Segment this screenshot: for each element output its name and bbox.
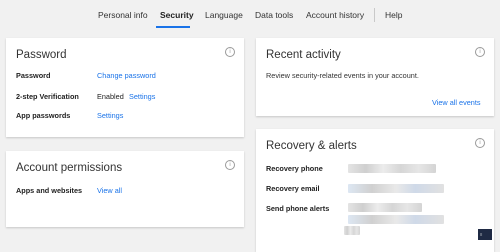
tab-help[interactable]: Help (385, 10, 402, 20)
phone-alerts-value-redacted (348, 215, 444, 224)
tab-personal-info[interactable]: Personal info (98, 10, 148, 20)
tab-language[interactable]: Language (205, 10, 243, 20)
tab-account-history[interactable]: Account history (306, 10, 364, 20)
account-permissions-card: Account permissions i Apps and websites … (6, 151, 244, 227)
recovery-email-label: Recovery email (266, 184, 320, 193)
password-label: Password (16, 71, 51, 80)
info-icon[interactable]: i (475, 47, 485, 57)
app-passwords-label: App passwords (16, 111, 71, 120)
active-tab-indicator (156, 26, 190, 28)
tab-security[interactable]: Security (160, 10, 194, 20)
app-passwords-settings-link[interactable]: Settings (97, 111, 123, 120)
corner-badge-icon: ≡ (478, 229, 492, 240)
info-icon[interactable]: i (225, 47, 235, 57)
nav-divider (374, 8, 375, 22)
recent-activity-card: Recent activity i Review security-relate… (256, 38, 494, 116)
two-step-status: Enabled (97, 92, 124, 101)
password-card: Password i Password Change password 2-st… (6, 38, 244, 137)
card-title: Account permissions (16, 162, 123, 174)
top-navigation: Personal info Security Language Data too… (0, 0, 500, 30)
card-title: Password (16, 49, 67, 61)
info-icon[interactable]: i (475, 138, 485, 148)
tab-data-tools[interactable]: Data tools (255, 10, 293, 20)
card-title: Recovery & alerts (266, 140, 357, 152)
two-step-label: 2-step Verification (16, 92, 79, 101)
send-phone-alerts-label: Send phone alerts (266, 204, 330, 213)
apps-websites-label: Apps and websites (16, 186, 83, 195)
change-password-link[interactable]: Change password (97, 71, 156, 80)
recovery-alerts-card: Recovery & alerts i Recovery phone Recov… (256, 129, 494, 252)
recent-activity-description: Review security-related events in your a… (266, 71, 419, 80)
phone-alerts-value-redacted (344, 226, 360, 235)
phone-alerts-value-redacted (348, 203, 422, 212)
two-step-settings-link[interactable]: Settings (129, 92, 155, 101)
recovery-phone-value-redacted (348, 164, 436, 173)
card-title: Recent activity (266, 49, 341, 61)
view-all-events-link[interactable]: View all events (432, 98, 481, 107)
view-all-link[interactable]: View all (97, 186, 122, 195)
recovery-phone-label: Recovery phone (266, 164, 323, 173)
recovery-email-value-redacted (348, 184, 444, 193)
info-icon[interactable]: i (225, 160, 235, 170)
